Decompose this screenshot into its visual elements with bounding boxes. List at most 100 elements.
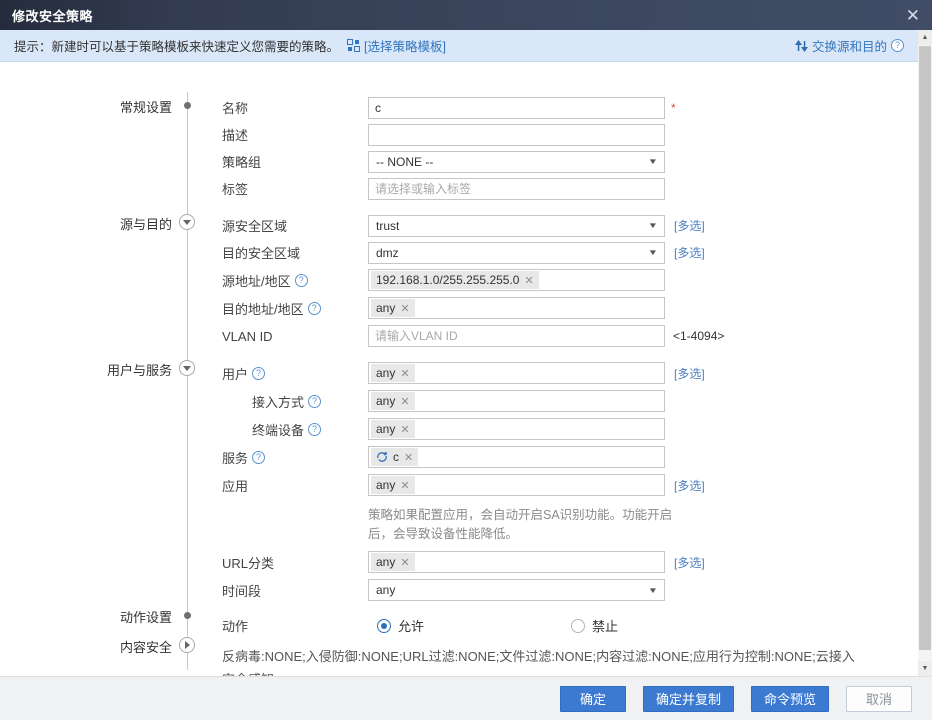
- remove-tag-icon[interactable]: ✕: [404, 451, 413, 464]
- remove-tag-icon[interactable]: ✕: [400, 302, 409, 315]
- user-multi-link[interactable]: [多选]: [674, 365, 705, 382]
- access-mode-tag-text: any: [376, 394, 395, 408]
- user-tag-text: any: [376, 366, 395, 380]
- swap-help-icon[interactable]: ?: [891, 39, 904, 52]
- user-help-icon[interactable]: ?: [252, 367, 265, 380]
- url-category-multi-link[interactable]: [多选]: [674, 554, 705, 571]
- vlan-row: VLAN ID <1-4094>: [222, 322, 912, 350]
- radio-unselected-icon[interactable]: [571, 619, 585, 633]
- src-zone-value: trust: [376, 219, 399, 233]
- service-tag: c ✕: [371, 448, 418, 466]
- terminal-tag-text: any: [376, 422, 395, 436]
- src-addr-tag-text: 192.168.1.0/255.255.255.0: [376, 273, 519, 287]
- remove-tag-icon[interactable]: ✕: [400, 395, 409, 408]
- name-input[interactable]: [368, 97, 665, 119]
- src-zone-select[interactable]: trust ▼: [368, 215, 665, 237]
- dst-zone-select[interactable]: dmz ▼: [368, 242, 665, 264]
- user-row: 用户 ? any ✕ [多选]: [222, 359, 912, 387]
- access-mode-tagbox[interactable]: any ✕: [368, 390, 665, 412]
- swap-icon: [795, 40, 808, 52]
- time-range-select[interactable]: any ▼: [368, 579, 665, 601]
- remove-tag-icon[interactable]: ✕: [400, 556, 409, 569]
- time-range-label: 时间段: [222, 581, 368, 600]
- swap-src-dst-control[interactable]: 交换源和目的 ?: [795, 36, 904, 55]
- action-row: 动作 允许 禁止: [222, 612, 912, 639]
- scroll-down-icon[interactable]: ▼: [918, 661, 932, 676]
- scroll-up-icon[interactable]: ▲: [918, 30, 932, 45]
- user-label-text: 用户: [222, 364, 248, 383]
- url-category-tag: any ✕: [371, 553, 415, 571]
- dropdown-arrow-icon: ▼: [648, 248, 658, 257]
- action-deny-option[interactable]: 禁止: [571, 616, 618, 635]
- template-icon: [347, 39, 360, 52]
- vertical-scrollbar[interactable]: ▲ ▼: [918, 30, 932, 676]
- command-preview-button[interactable]: 命令预览: [751, 686, 829, 712]
- app-note-line2: 后，会导致设备性能降低。: [368, 525, 700, 544]
- cancel-button[interactable]: 取消: [846, 686, 912, 712]
- vlan-input[interactable]: [368, 325, 665, 347]
- remove-tag-icon[interactable]: ✕: [400, 479, 409, 492]
- access-mode-help-icon[interactable]: ?: [308, 395, 321, 408]
- dialog-titlebar: 修改安全策略 ✕: [0, 0, 932, 30]
- section-source-dest-collapse-icon[interactable]: [179, 214, 195, 230]
- url-category-row: URL分类 any ✕ [多选]: [222, 548, 912, 576]
- src-zone-label: 源安全区域: [222, 216, 368, 235]
- description-label: 描述: [222, 125, 368, 144]
- service-tag-text: c: [393, 450, 399, 464]
- terminal-row: 终端设备 ? any ✕: [222, 415, 912, 443]
- action-allow-option[interactable]: 允许: [377, 616, 571, 635]
- url-category-tagbox[interactable]: any ✕: [368, 551, 665, 573]
- policy-group-row: 策略组 -- NONE -- ▼: [222, 148, 912, 175]
- action-label: 动作: [222, 616, 368, 635]
- scrollbar-thumb[interactable]: [919, 46, 931, 650]
- remove-tag-icon[interactable]: ✕: [400, 367, 409, 380]
- choose-template-link[interactable]: [选择策略模板]: [364, 36, 446, 55]
- hint-text: 提示：新建时可以基于策略模板来快速定义您需要的策略。: [14, 36, 339, 55]
- ok-and-copy-button[interactable]: 确定并复制: [643, 686, 734, 712]
- policy-group-value: -- NONE --: [376, 155, 433, 169]
- app-multi-link[interactable]: [多选]: [674, 477, 705, 494]
- radio-selected-icon[interactable]: [377, 619, 391, 633]
- tags-input[interactable]: [368, 178, 665, 200]
- dst-addr-help-icon[interactable]: ?: [308, 302, 321, 315]
- section-rail: [187, 92, 188, 670]
- dst-addr-tagbox[interactable]: any ✕: [368, 297, 665, 319]
- dst-addr-label-text: 目的地址/地区: [222, 299, 304, 318]
- app-label: 应用: [222, 476, 368, 495]
- policy-group-label: 策略组: [222, 152, 368, 171]
- remove-tag-icon[interactable]: ✕: [400, 423, 409, 436]
- app-tagbox[interactable]: any ✕: [368, 474, 665, 496]
- dst-zone-multi-link[interactable]: [多选]: [674, 244, 705, 261]
- app-note: 策略如果配置应用，会自动开启SA识别功能。功能开启 后，会导致设备性能降低。: [368, 506, 700, 544]
- app-tag-text: any: [376, 478, 395, 492]
- user-tag: any ✕: [371, 364, 415, 382]
- dropdown-arrow-icon: ▼: [648, 221, 658, 230]
- src-zone-multi-link[interactable]: [多选]: [674, 217, 705, 234]
- close-icon[interactable]: ✕: [906, 7, 920, 24]
- src-addr-tag: 192.168.1.0/255.255.255.0 ✕: [371, 271, 539, 289]
- time-range-row: 时间段 any ▼: [222, 576, 912, 604]
- terminal-label-text: 终端设备: [252, 420, 304, 439]
- dialog-title: 修改安全策略: [12, 6, 93, 25]
- service-tagbox[interactable]: c ✕: [368, 446, 665, 468]
- terminal-tagbox[interactable]: any ✕: [368, 418, 665, 440]
- user-label: 用户 ?: [222, 364, 368, 383]
- terminal-help-icon[interactable]: ?: [308, 423, 321, 436]
- modify-security-policy-dialog: 修改安全策略 ✕ 提示：新建时可以基于策略模板来快速定义您需要的策略。 [选择策…: [0, 0, 932, 720]
- service-label: 服务 ?: [222, 448, 368, 467]
- dst-zone-row: 目的安全区域 dmz ▼ [多选]: [222, 239, 912, 266]
- dialog-body: 常规设置 源与目的 用户与服务 动作设置 内容安全 名称 * 描述 策略组: [0, 62, 932, 676]
- section-content-security: 内容安全: [20, 637, 172, 656]
- service-help-icon[interactable]: ?: [252, 451, 265, 464]
- access-mode-label-text: 接入方式: [252, 392, 304, 411]
- user-tagbox[interactable]: any ✕: [368, 362, 665, 384]
- remove-tag-icon[interactable]: ✕: [524, 274, 533, 287]
- section-user-service-collapse-icon[interactable]: [179, 360, 195, 376]
- ok-button[interactable]: 确定: [560, 686, 626, 712]
- description-input[interactable]: [368, 124, 665, 146]
- src-addr-help-icon[interactable]: ?: [295, 274, 308, 287]
- url-category-label: URL分类: [222, 553, 368, 572]
- policy-group-select[interactable]: -- NONE -- ▼: [368, 151, 665, 173]
- section-content-security-expand-icon[interactable]: [179, 637, 195, 653]
- src-addr-tagbox[interactable]: 192.168.1.0/255.255.255.0 ✕: [368, 269, 665, 291]
